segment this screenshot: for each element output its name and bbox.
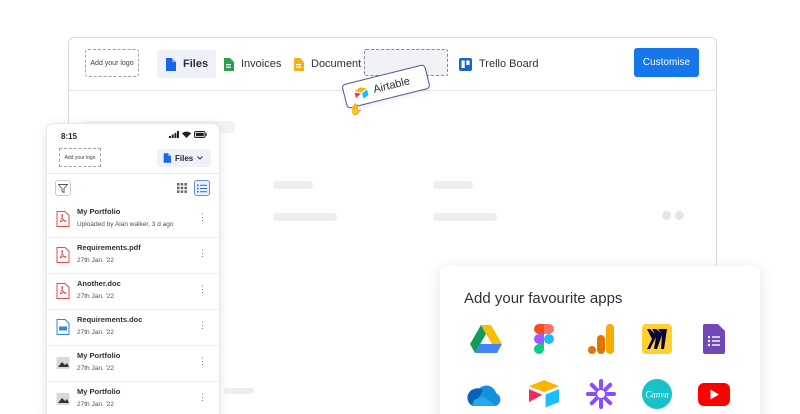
tab-files-label: Files bbox=[183, 58, 209, 70]
more-options-icon[interactable]: ⋮ bbox=[198, 284, 207, 295]
more-options-icon[interactable]: ⋮ bbox=[198, 392, 207, 403]
file-name: Another.doc bbox=[77, 279, 121, 288]
mobile-time: 8:15 bbox=[61, 132, 78, 141]
onedrive-icon bbox=[467, 385, 501, 406]
pdf-icon bbox=[56, 247, 70, 263]
more-options-icon[interactable]: ⋮ bbox=[198, 212, 207, 223]
more-options-icon[interactable]: ⋮ bbox=[198, 248, 207, 259]
file-name: My Portfolio bbox=[77, 387, 121, 396]
mobile-frame: 8:15 Add your logo Files My Portfolio Up… bbox=[46, 123, 220, 414]
file-meta: 27th Jan. '22 bbox=[77, 365, 115, 372]
image-icon bbox=[56, 393, 70, 405]
signal-icon bbox=[169, 131, 179, 138]
favourite-apps-card: Add your favourite apps Canva bbox=[440, 266, 760, 414]
zapier-icon bbox=[586, 379, 616, 409]
list-icon bbox=[197, 184, 207, 192]
skeleton-dot bbox=[662, 211, 671, 220]
google-forms-icon bbox=[703, 324, 725, 354]
tab-trello-board[interactable]: Trello Board bbox=[451, 50, 547, 78]
file-name: My Portfolio bbox=[77, 351, 121, 360]
grab-cursor-icon: ✋ bbox=[349, 104, 363, 116]
grid-icon bbox=[177, 183, 187, 193]
mobile-files-label: Files bbox=[175, 153, 194, 163]
airtable-app[interactable] bbox=[528, 378, 560, 410]
pdf-icon bbox=[56, 283, 70, 299]
youtube-icon bbox=[698, 382, 730, 406]
image-icon bbox=[56, 357, 70, 369]
miro-icon bbox=[642, 324, 672, 354]
skeleton-line bbox=[224, 388, 254, 394]
canva-icon: Canva bbox=[642, 379, 672, 409]
skeleton-line bbox=[433, 181, 473, 189]
list-item[interactable]: Another.doc 27th Jan. '22 ⋮ bbox=[47, 274, 219, 310]
file-name: Requirements.doc bbox=[77, 315, 143, 324]
dragging-airtable-label: Airtable bbox=[371, 74, 412, 96]
mobile-files-dropdown[interactable]: Files bbox=[157, 149, 211, 167]
battery-icon bbox=[194, 131, 207, 138]
zapier-app[interactable] bbox=[585, 378, 617, 410]
trello-icon bbox=[459, 57, 472, 71]
more-options-icon[interactable]: ⋮ bbox=[198, 356, 207, 367]
skeleton-line bbox=[273, 181, 313, 189]
mobile-status-bar bbox=[169, 131, 207, 138]
wifi-icon bbox=[182, 131, 191, 138]
list-item[interactable]: My Portfolio Uploaded by Alan walker, 3 … bbox=[47, 202, 219, 238]
canva-logo-text: Canva bbox=[645, 390, 669, 400]
list-item[interactable]: Requirements.doc 27th Jan. '22 ⋮ bbox=[47, 310, 219, 346]
chevron-down-icon bbox=[197, 156, 204, 160]
skeleton-line bbox=[433, 213, 497, 221]
mobile-file-list: My Portfolio Uploaded by Alan walker, 3 … bbox=[47, 202, 219, 414]
onedrive-app[interactable] bbox=[464, 378, 502, 410]
google-drive-icon bbox=[470, 325, 502, 353]
pdf-icon bbox=[56, 211, 70, 227]
file-meta: 27th Jan. '22 bbox=[77, 293, 115, 300]
skeleton-line bbox=[273, 213, 337, 221]
tab-invoices-label: Invoices bbox=[241, 58, 282, 70]
google-drive-app[interactable] bbox=[470, 323, 502, 355]
google-forms-app[interactable] bbox=[698, 323, 730, 355]
tab-document[interactable]: Document bbox=[285, 50, 369, 78]
google-analytics-app[interactable] bbox=[585, 323, 617, 355]
file-name: My Portfolio bbox=[77, 207, 121, 216]
mobile-logo-placeholder[interactable]: Add your logo bbox=[59, 148, 101, 167]
airtable-icon bbox=[529, 380, 559, 408]
filter-icon bbox=[58, 183, 68, 193]
list-view-button[interactable] bbox=[194, 180, 210, 196]
document-icon bbox=[294, 57, 304, 71]
logo-placeholder[interactable]: Add your logo bbox=[85, 49, 139, 77]
list-item[interactable]: My Portfolio 27th Jan. '22 ⋮ bbox=[47, 346, 219, 382]
grid-view-button[interactable] bbox=[174, 180, 190, 196]
file-meta: 27th Jan. '22 bbox=[77, 257, 115, 264]
canva-app[interactable]: Canva bbox=[641, 378, 673, 410]
file-meta: 27th Jan. '22 bbox=[77, 401, 115, 408]
list-item[interactable]: My Portfolio 27th Jan. '22 ⋮ bbox=[47, 382, 219, 414]
stage: Add your logo Files Invoices Document Tr… bbox=[0, 0, 800, 414]
file-meta: Uploaded by Alan walker, 3 d ago bbox=[77, 221, 174, 228]
more-options-icon[interactable]: ⋮ bbox=[198, 320, 207, 331]
miro-app[interactable] bbox=[641, 323, 673, 355]
file-name: Requirements.pdf bbox=[77, 243, 141, 252]
figma-icon bbox=[534, 324, 554, 354]
list-item[interactable]: Requirements.pdf 27th Jan. '22 ⋮ bbox=[47, 238, 219, 274]
file-meta: 27th Jan. '22 bbox=[77, 329, 115, 336]
filter-button[interactable] bbox=[55, 180, 71, 196]
file-icon bbox=[163, 153, 171, 163]
tab-files[interactable]: Files bbox=[157, 50, 217, 78]
youtube-app[interactable] bbox=[698, 378, 730, 410]
airtable-icon bbox=[354, 86, 369, 99]
apps-title: Add your favourite apps bbox=[464, 290, 623, 307]
tab-trello-label: Trello Board bbox=[479, 58, 539, 70]
figma-app[interactable] bbox=[528, 323, 560, 355]
tab-invoices[interactable]: Invoices bbox=[215, 50, 289, 78]
mobile-divider bbox=[47, 173, 219, 174]
customise-button[interactable]: Customise bbox=[634, 48, 699, 77]
google-analytics-icon bbox=[588, 324, 614, 354]
invoice-icon bbox=[224, 57, 234, 71]
skeleton-dot bbox=[675, 211, 684, 220]
tab-document-label: Document bbox=[311, 58, 362, 70]
file-icon bbox=[166, 57, 176, 71]
doc-icon bbox=[56, 319, 70, 335]
